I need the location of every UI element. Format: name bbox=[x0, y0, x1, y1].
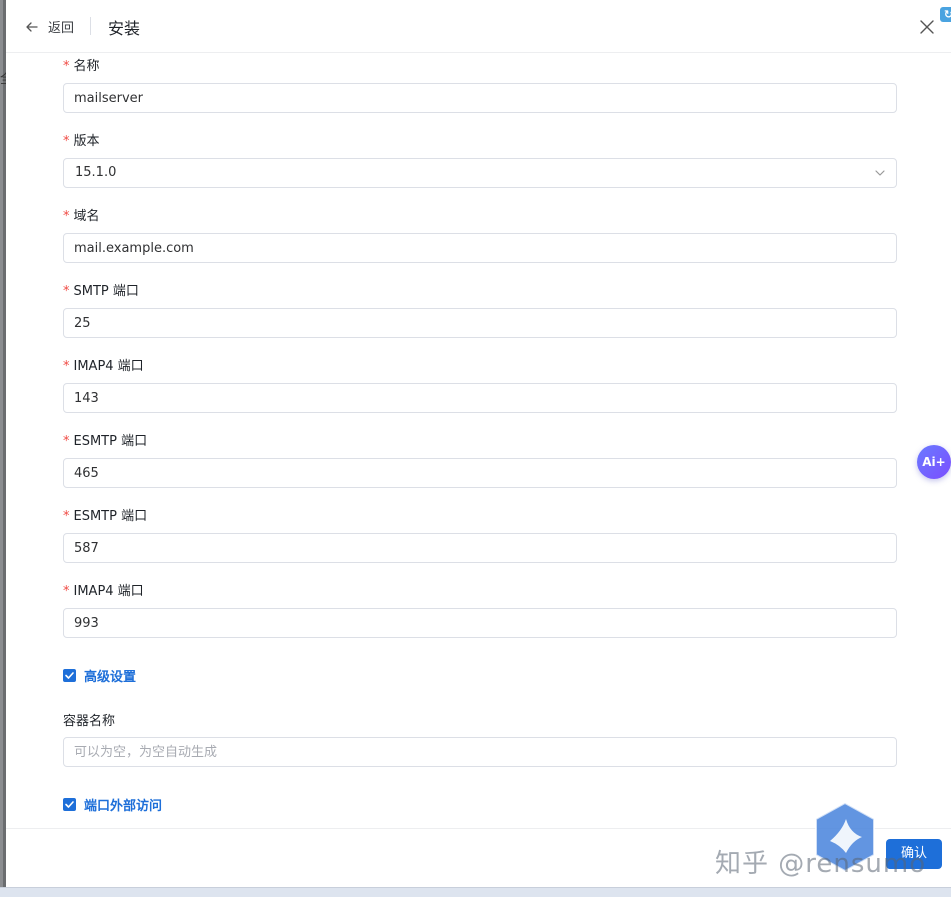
chevron-down-icon bbox=[875, 170, 885, 176]
advanced-settings-label: 高级设置 bbox=[84, 670, 137, 685]
version-select[interactable]: 15.1.0 bbox=[63, 158, 897, 188]
close-icon[interactable] bbox=[918, 18, 936, 36]
external-access-label: 端口外部访问 bbox=[84, 799, 163, 814]
checkbox-checked-icon bbox=[63, 669, 76, 682]
confirm-button[interactable]: 确认 bbox=[886, 839, 942, 869]
smtp-port-input[interactable] bbox=[63, 308, 897, 338]
drawer-header: 返回 安装 ↻ bbox=[6, 0, 951, 53]
name-label: * 名称 bbox=[63, 59, 100, 74]
back-label: 返回 bbox=[48, 21, 75, 36]
external-access-checkbox[interactable]: 端口外部访问 bbox=[63, 795, 162, 814]
app-root: 全 返回 安装 ↻ *名称 *版本 15.1.0 bbox=[0, 0, 951, 897]
header-divider bbox=[90, 17, 91, 35]
esmtp-port-2-input[interactable] bbox=[63, 533, 897, 563]
checkbox-checked-icon bbox=[63, 798, 76, 811]
imap4-port-2-input[interactable] bbox=[63, 608, 897, 638]
imap4-port-input[interactable] bbox=[63, 383, 897, 413]
name-input[interactable] bbox=[63, 83, 897, 113]
smtp-port-label: * SMTP 端口 bbox=[63, 284, 139, 299]
page-title: 安装 bbox=[108, 19, 141, 38]
advanced-settings-checkbox[interactable]: 高级设置 bbox=[63, 666, 136, 685]
background-overlay-edge bbox=[0, 0, 3, 887]
esmtp-port-label: * ESMTP 端口 bbox=[63, 434, 148, 449]
version-select-value: 15.1.0 bbox=[75, 165, 117, 180]
container-name-label: 容器名称 bbox=[63, 714, 116, 729]
imap4-port-label: * IMAP4 端口 bbox=[63, 359, 144, 374]
back-button[interactable]: 返回 bbox=[24, 17, 74, 36]
install-drawer: 返回 安装 ↻ *名称 *版本 15.1.0 *域名 bbox=[6, 0, 951, 887]
arrow-left-icon bbox=[26, 21, 38, 32]
domain-input[interactable] bbox=[63, 233, 897, 263]
drawer-footer: 确认 bbox=[6, 828, 951, 887]
esmtp-port-input[interactable] bbox=[63, 458, 897, 488]
container-name-input[interactable] bbox=[63, 737, 897, 767]
bottom-taskbar-edge bbox=[0, 887, 951, 897]
domain-label: * 域名 bbox=[63, 209, 100, 224]
version-label: * 版本 bbox=[63, 134, 100, 149]
corner-refresh-icon[interactable]: ↻ bbox=[940, 7, 951, 22]
esmtp-port-2-label: * ESMTP 端口 bbox=[63, 509, 148, 524]
imap4-port-2-label: * IMAP4 端口 bbox=[63, 584, 144, 599]
ai-assistant-button[interactable]: Ai+ bbox=[917, 445, 951, 479]
